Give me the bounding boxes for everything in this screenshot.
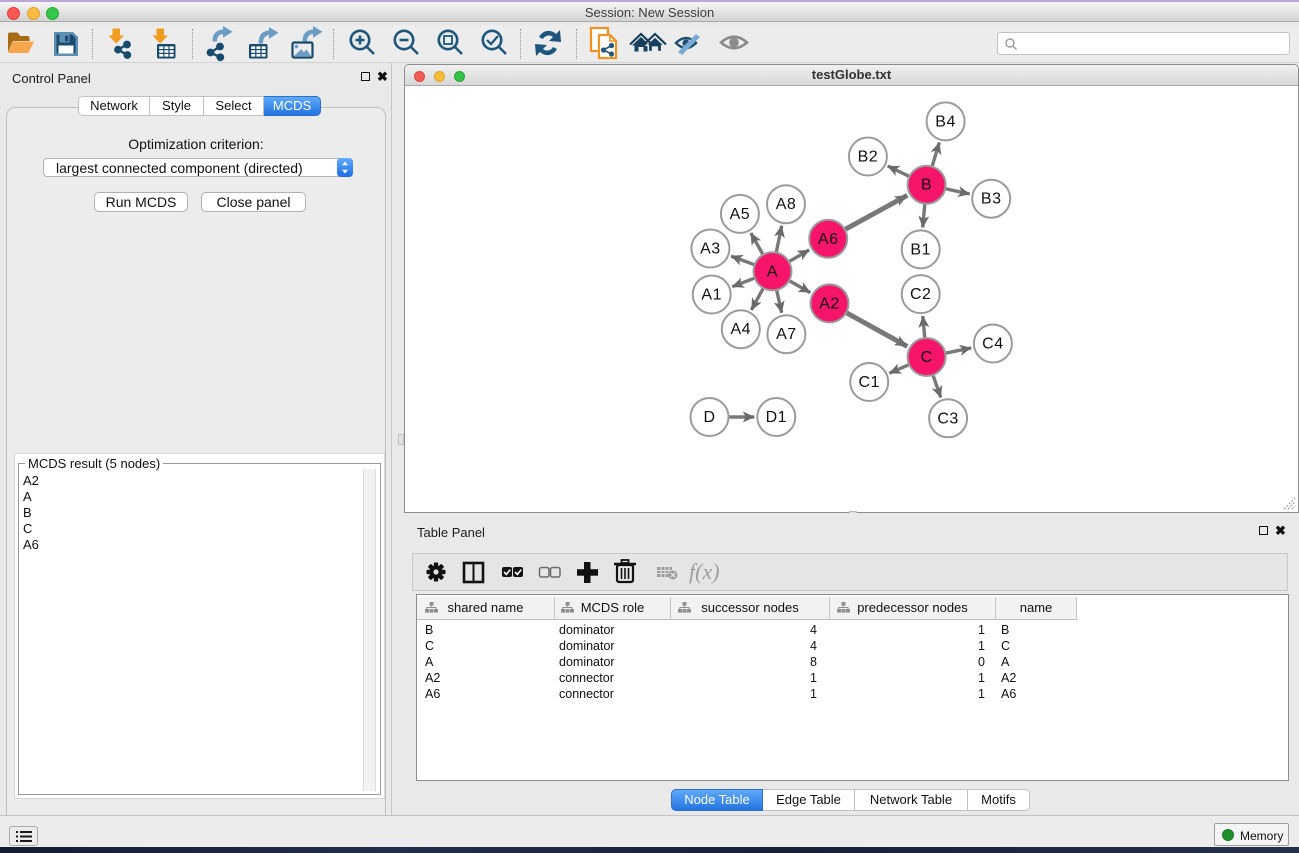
svg-text:D: D [703, 409, 715, 426]
svg-text:A3: A3 [700, 241, 721, 258]
svg-text:A2: A2 [819, 295, 840, 312]
svg-text:A5: A5 [730, 206, 751, 223]
svg-text:B4: B4 [935, 113, 956, 130]
svg-text:C: C [921, 349, 933, 366]
svg-text:B2: B2 [858, 149, 879, 166]
svg-text:C2: C2 [910, 286, 931, 303]
svg-text:A6: A6 [818, 231, 839, 248]
svg-text:A7: A7 [776, 326, 797, 343]
svg-text:A: A [767, 263, 778, 280]
svg-text:C1: C1 [858, 374, 879, 391]
svg-text:C4: C4 [982, 336, 1003, 353]
svg-text:B3: B3 [981, 191, 1002, 208]
svg-text:A8: A8 [776, 196, 797, 213]
svg-text:A1: A1 [701, 287, 722, 304]
svg-text:f(x): f(x) [689, 559, 720, 584]
svg-text:D1: D1 [766, 409, 787, 426]
svg-text:B1: B1 [910, 241, 931, 258]
svg-text:C3: C3 [937, 410, 958, 427]
svg-text:A4: A4 [731, 321, 752, 338]
svg-text:B: B [921, 177, 932, 194]
